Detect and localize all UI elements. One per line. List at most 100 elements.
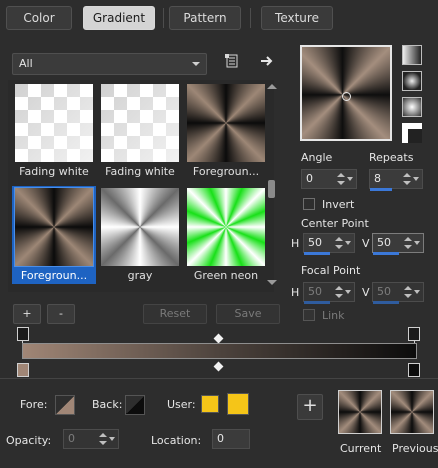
current-gradient-thumb[interactable] — [338, 390, 382, 434]
chevron-down-icon — [192, 62, 200, 66]
tab-texture[interactable]: Texture — [261, 6, 333, 30]
center-v-spinbox[interactable]: 50 — [372, 233, 424, 255]
rectangular-style-icon[interactable] — [402, 71, 422, 91]
user-label: User: — [167, 398, 196, 411]
gallery-item-label: Green neon — [193, 269, 259, 282]
arrow-right-icon[interactable] — [259, 53, 275, 69]
gradient-swatch — [14, 187, 94, 267]
gradient-swatch — [15, 84, 93, 162]
remove-gradient-button[interactable]: - — [47, 304, 75, 324]
repeats-label: Repeats — [369, 151, 414, 164]
gradient-swatch — [101, 84, 179, 162]
scroll-down-icon[interactable] — [267, 280, 277, 285]
back-color-swatch[interactable] — [125, 395, 145, 415]
current-label: Current — [340, 442, 382, 455]
save-button[interactable]: Save — [216, 304, 280, 324]
focal-v-label: V — [362, 286, 370, 299]
gallery-item[interactable]: Foregroun... — [184, 82, 268, 180]
gallery-filter-value: All — [19, 57, 33, 70]
stepper-arrows-icon[interactable] — [99, 432, 107, 446]
gallery-item[interactable]: Fading white — [12, 82, 96, 180]
stepper-arrows-icon[interactable] — [335, 236, 343, 250]
focal-h-spinbox[interactable]: 50 — [303, 282, 355, 304]
linear-style-icon[interactable] — [402, 45, 422, 65]
location-label: Location: — [151, 434, 202, 447]
center-h-value: 50 — [308, 236, 322, 249]
focal-v-level-bar — [373, 301, 399, 304]
chevron-down-icon[interactable] — [109, 437, 115, 441]
stepper-arrows-icon[interactable] — [335, 285, 343, 299]
previous-gradient-thumb[interactable] — [390, 390, 434, 434]
center-h-level-bar — [304, 252, 330, 255]
gallery-item[interactable]: gray — [98, 186, 182, 284]
repeats-spinbox[interactable]: 8 — [369, 169, 423, 191]
opacity-spinbox[interactable]: 0 — [63, 429, 119, 449]
add-gradient-button[interactable]: + — [13, 304, 41, 324]
tab-gradient[interactable]: Gradient — [83, 6, 155, 30]
center-v-value: 50 — [377, 236, 391, 249]
user-color-swatch-large[interactable] — [227, 393, 249, 415]
center-h-spinbox[interactable]: 50 — [303, 233, 355, 255]
reset-button[interactable]: Reset — [143, 304, 207, 324]
tab-pattern[interactable]: Pattern — [169, 6, 241, 30]
gradient-gallery: Fading white Fading white Foregroun... F… — [8, 80, 274, 292]
gallery-item[interactable]: Green neon — [184, 186, 268, 284]
center-point-handle[interactable] — [342, 92, 351, 101]
tab-separator — [250, 8, 251, 28]
center-point-label: Center Point — [301, 217, 369, 230]
invert-checkbox[interactable] — [303, 198, 315, 210]
user-color-swatch[interactable] — [201, 395, 219, 413]
top-right-stop-icon[interactable] — [408, 327, 420, 341]
radial-style-icon[interactable] — [402, 97, 422, 117]
stepper-arrows-icon[interactable] — [403, 172, 411, 186]
opacity-value: 0 — [68, 432, 75, 445]
left-color-stop-icon[interactable] — [17, 363, 29, 377]
top-left-stop-icon[interactable] — [17, 327, 29, 341]
gallery-scrollbar[interactable] — [266, 80, 278, 292]
midpoint-bottom-handle[interactable] — [213, 361, 224, 372]
add-to-gallery-button[interactable]: + — [297, 394, 323, 420]
gallery-item-label: gray — [127, 269, 153, 282]
new-gradient-icon[interactable] — [224, 53, 240, 69]
focal-v-spinbox[interactable]: 50 — [372, 282, 424, 304]
angle-spinbox[interactable]: 0 — [301, 169, 357, 189]
gradient-swatch — [101, 188, 179, 266]
invert-label: Invert — [322, 198, 355, 211]
center-h-label: H — [291, 237, 300, 250]
back-label: Back: — [92, 398, 123, 411]
focal-v-value: 50 — [377, 285, 391, 298]
scroll-up-icon[interactable] — [267, 84, 277, 89]
focal-point-label: Focal Point — [301, 264, 361, 277]
chevron-down-icon[interactable] — [414, 241, 420, 245]
gradient-bar[interactable] — [22, 343, 417, 359]
chevron-down-icon[interactable] — [345, 290, 351, 294]
divider — [0, 378, 438, 379]
stepper-arrows-icon[interactable] — [404, 236, 412, 250]
chevron-down-icon[interactable] — [413, 177, 419, 181]
sunburst-style-icon[interactable] — [402, 123, 422, 143]
gallery-item[interactable]: Fading white — [98, 82, 182, 180]
gradient-preview[interactable] — [300, 45, 392, 141]
right-color-stop-icon[interactable] — [408, 363, 420, 377]
gradient-swatch — [187, 84, 265, 162]
previous-label: Previous — [392, 442, 438, 455]
center-v-level-bar — [373, 252, 399, 255]
gallery-item-label: Foregroun... — [20, 269, 88, 282]
gallery-item-label: Fading white — [105, 165, 175, 178]
chevron-down-icon[interactable] — [347, 177, 353, 181]
location-field[interactable]: 0 — [212, 429, 250, 449]
link-checkbox[interactable] — [303, 309, 315, 321]
scrollbar-thumb[interactable] — [268, 180, 275, 198]
chevron-down-icon[interactable] — [345, 241, 351, 245]
midpoint-top-handle[interactable] — [213, 333, 224, 344]
gallery-filter-dropdown[interactable]: All — [12, 53, 207, 75]
gallery-item-selected[interactable]: Foregroun... — [12, 186, 96, 284]
stepper-arrows-icon[interactable] — [337, 172, 345, 186]
chevron-down-icon[interactable] — [414, 290, 420, 294]
link-label: Link — [322, 309, 345, 322]
plus-icon: + — [302, 395, 318, 416]
tab-color[interactable]: Color — [6, 6, 72, 30]
fore-color-swatch[interactable] — [55, 395, 75, 415]
opacity-label: Opacity: — [6, 434, 52, 447]
stepper-arrows-icon[interactable] — [404, 285, 412, 299]
